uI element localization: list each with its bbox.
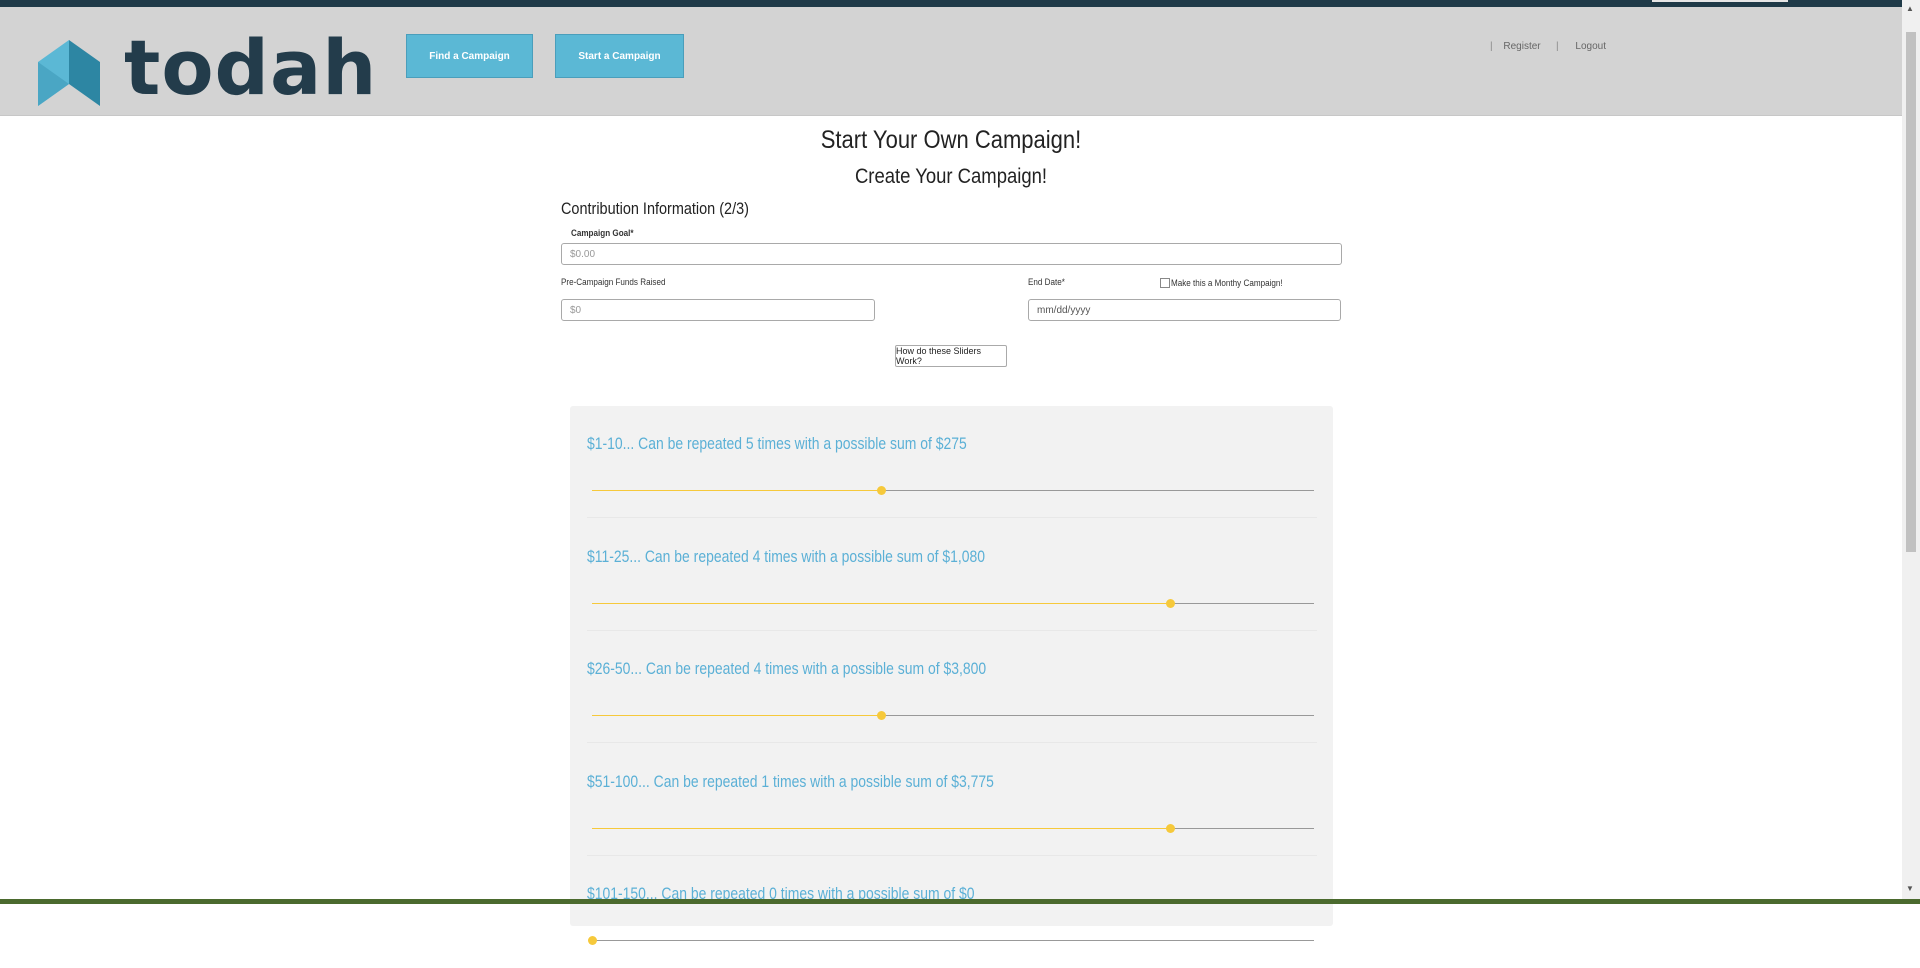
user-links-2: | Logout <box>1556 41 1606 52</box>
page-subtitle: Create Your Campaign! <box>854 165 1048 188</box>
tier-title: $11-25... Can be repeated 4 times with a… <box>587 547 986 566</box>
todah-logo[interactable]: todah <box>38 30 376 110</box>
tier-item: $1-10... Can be repeated 5 times with a … <box>570 406 1333 518</box>
user-links: | Register <box>1490 41 1541 52</box>
end-date-input[interactable]: mm/dd/yyyy <box>1028 299 1341 321</box>
slider-handle[interactable] <box>876 486 886 495</box>
tier-slider[interactable] <box>588 936 1314 945</box>
bottom-bar <box>0 899 1920 904</box>
tier-slider[interactable] <box>592 599 1314 608</box>
find-campaign-button[interactable]: Find a Campaign <box>406 34 533 78</box>
register-link[interactable]: Register <box>1503 41 1540 52</box>
logo-text: todah <box>124 23 378 112</box>
site-header: todah Find a Campaign Start a Campaign |… <box>0 7 1902 116</box>
tier-title: $1-10... Can be repeated 5 times with a … <box>587 434 967 453</box>
campaign-goal-label: Campaign Goal* <box>571 228 634 238</box>
slider-handle[interactable] <box>588 936 597 945</box>
campaign-goal-input[interactable]: $0.00 <box>561 243 1342 265</box>
logout-link[interactable]: Logout <box>1575 41 1606 52</box>
slider-fill <box>592 715 881 716</box>
pre-funds-input[interactable]: $0 <box>561 299 875 321</box>
slider-fill <box>592 490 881 491</box>
start-campaign-button[interactable]: Start a Campaign <box>555 34 684 78</box>
page-scrollbar[interactable]: ▲ ▼ <box>1902 0 1920 904</box>
scroll-down-icon[interactable]: ▼ <box>1906 884 1914 893</box>
sliders-help-button[interactable]: How do these Sliders Work? <box>895 345 1007 367</box>
tier-item: $101-150... Can be repeated 0 times with… <box>570 856 1333 968</box>
link-separator: | <box>1490 41 1493 52</box>
link-separator: | <box>1556 41 1559 52</box>
tier-slider[interactable] <box>592 486 1314 495</box>
top-strip-tab <box>1652 0 1788 2</box>
section-heading: Contribution Information (2/3) <box>561 199 749 218</box>
page-title: Start Your Own Campaign! <box>820 126 1082 154</box>
tier-title: $26-50... Can be repeated 4 times with a… <box>587 659 987 678</box>
tier-divider <box>587 517 1317 518</box>
slider-fill <box>592 603 1170 604</box>
slider-handle[interactable] <box>1165 824 1175 833</box>
tier-item: $11-25... Can be repeated 4 times with a… <box>570 519 1333 631</box>
tier-slider[interactable] <box>592 711 1314 720</box>
pre-funds-label: Pre-Campaign Funds Raised <box>561 277 666 287</box>
tier-divider <box>587 742 1317 743</box>
tier-item: $51-100... Can be repeated 1 times with … <box>570 744 1333 856</box>
logo-mark-icon <box>38 40 100 106</box>
tier-item: $26-50... Can be repeated 4 times with a… <box>570 631 1333 743</box>
tier-title: $51-100... Can be repeated 1 times with … <box>587 772 994 791</box>
top-strip <box>0 0 1902 7</box>
tier-slider[interactable] <box>592 824 1314 833</box>
end-date-label: End Date* <box>1028 277 1065 287</box>
monthly-checkbox[interactable] <box>1160 278 1170 288</box>
scrollbar-thumb[interactable] <box>1906 32 1916 552</box>
slider-fill <box>592 828 1170 829</box>
tiers-panel: $1-10... Can be repeated 5 times with a … <box>570 406 1333 945</box>
monthly-label: Make this a Monthy Campaign! <box>1171 278 1283 288</box>
scroll-up-icon[interactable]: ▲ <box>1906 4 1914 13</box>
slider-handle[interactable] <box>1165 599 1175 608</box>
slider-handle[interactable] <box>876 711 886 720</box>
